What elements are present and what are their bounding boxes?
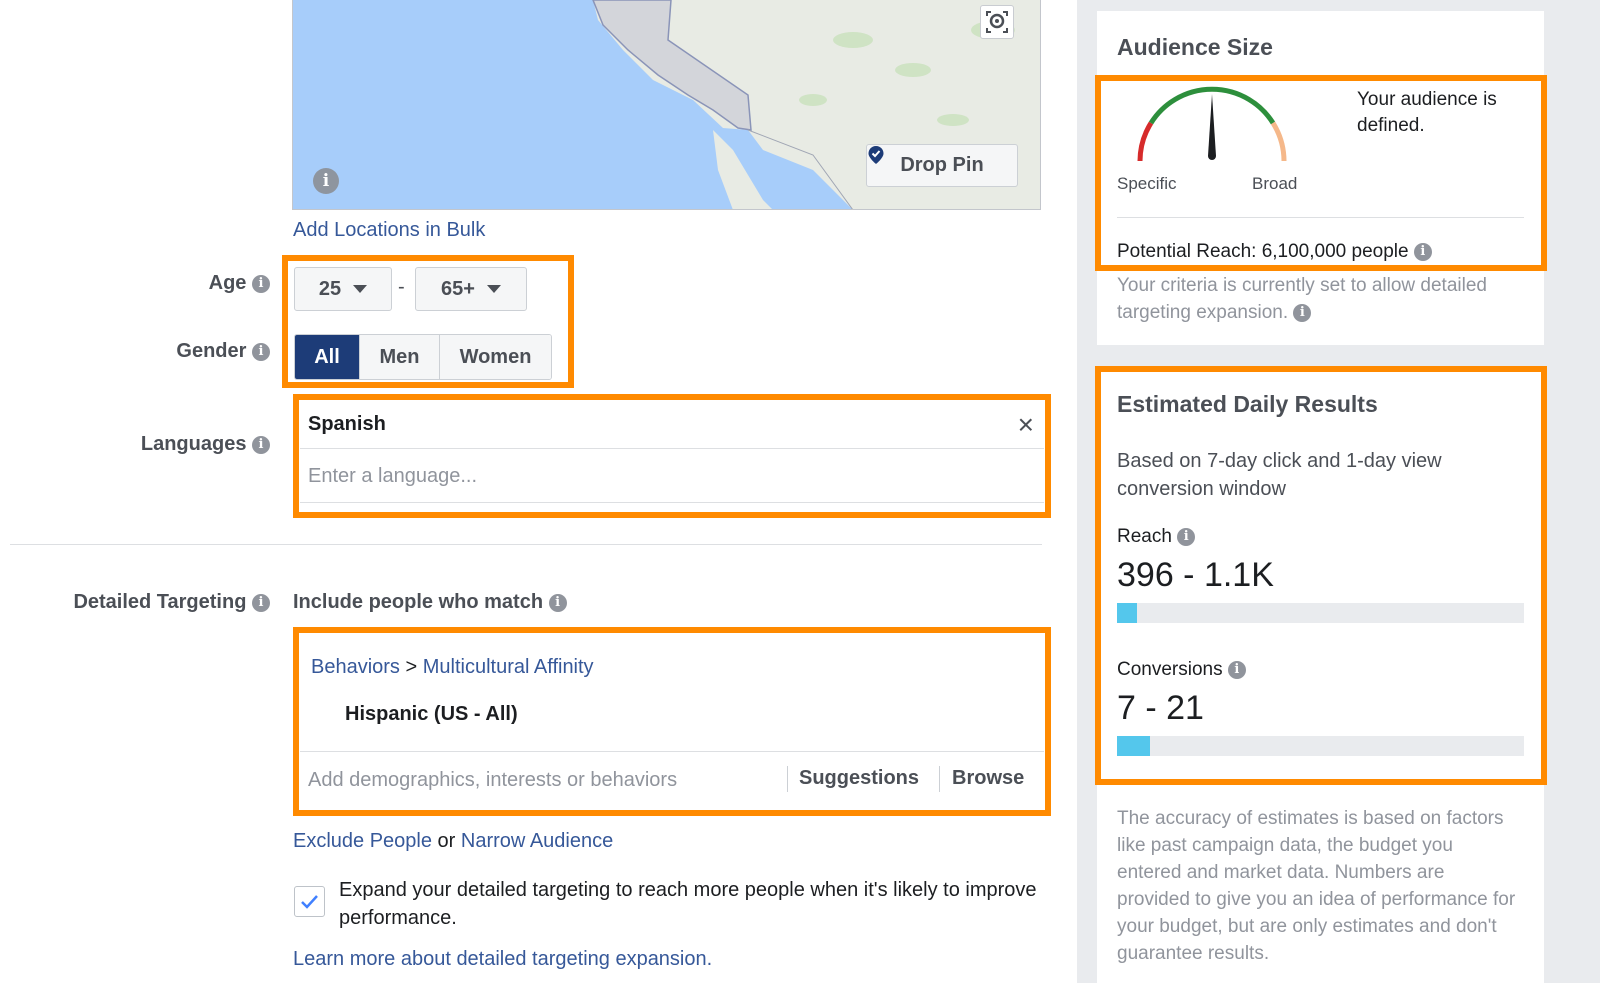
toolbar-divider (939, 766, 940, 792)
age-label: Age i (150, 272, 270, 295)
audience-size-title: Audience Size (1117, 34, 1273, 60)
age-info-icon[interactable]: i (252, 274, 270, 293)
gender-option-women[interactable]: Women (440, 335, 551, 379)
conversions-value: 7 - 21 (1117, 689, 1204, 727)
conversions-bar (1117, 736, 1524, 756)
locate-icon[interactable] (980, 5, 1014, 39)
section-divider (10, 544, 1042, 545)
audience-status-text: Your audience is defined. (1357, 89, 1497, 136)
breadcrumb-separator: > (405, 656, 418, 678)
conversions-info-icon[interactable]: i (1227, 660, 1246, 679)
audience-gauge (1137, 86, 1287, 162)
gender-option-all[interactable]: All (295, 335, 360, 379)
audience-divider (1117, 217, 1524, 218)
exclude-narrow-row: Exclude People or Narrow Audience (293, 830, 613, 853)
gauge-specific-label: Specific (1117, 174, 1177, 193)
gender-option-men[interactable]: Men (360, 335, 440, 379)
language-token-label: Spanish (308, 413, 386, 435)
reach-bar (1117, 603, 1524, 623)
potential-reach-info-icon[interactable]: i (1413, 242, 1432, 261)
potential-reach: Potential Reach: 6,100,000 people i (1117, 241, 1432, 263)
breadcrumb-behaviors[interactable]: Behaviors (311, 656, 400, 678)
detailed-targeting-label: Detailed Targeting i (30, 591, 270, 614)
conversions-bar-fill (1117, 736, 1150, 756)
languages-label: Languages i (100, 433, 270, 456)
checkmark-icon (301, 895, 318, 909)
drop-pin-label: Drop Pin (900, 154, 984, 176)
languages-info-icon[interactable]: i (252, 435, 270, 454)
gender-segmented-control: All Men Women (294, 334, 552, 380)
criteria-text: Your criteria is currently set to allow … (1117, 275, 1487, 323)
conversions-label: Conversions i (1117, 659, 1246, 681)
learn-more-link[interactable]: Learn more about detailed targeting expa… (293, 948, 712, 971)
gauge-broad-label: Broad (1252, 174, 1298, 193)
reach-info-icon[interactable]: i (1177, 527, 1196, 546)
expand-checkbox[interactable] (294, 886, 325, 917)
narrow-audience-link[interactable]: Narrow Audience (461, 830, 613, 852)
language-token: Spanish × (300, 401, 1044, 449)
targeting-breadcrumb: Behaviors > Multicultural Affinity (311, 656, 594, 679)
add-locations-bulk-link[interactable]: Add Locations in Bulk (293, 219, 485, 242)
close-icon[interactable]: × (1018, 410, 1034, 439)
suggestions-button[interactable]: Suggestions (799, 767, 919, 790)
chevron-down-icon (486, 285, 501, 293)
reach-bar-fill (1117, 603, 1138, 623)
include-info-icon[interactable]: i (548, 593, 567, 612)
location-map[interactable]: i Drop Pin (292, 0, 1041, 210)
breadcrumb-multicultural-affinity[interactable]: Multicultural Affinity (423, 656, 594, 678)
age-max-select[interactable]: 65+ (415, 267, 527, 311)
gender-label: Gender i (120, 340, 270, 363)
estimated-results-subtitle: Based on 7-day click and 1-day view conv… (1117, 450, 1442, 500)
targeting-input-divider (300, 751, 1044, 752)
expand-description: Expand your detailed targeting to reach … (339, 879, 1037, 929)
criteria-info-icon[interactable]: i (1293, 303, 1312, 322)
or-text: or (437, 830, 456, 852)
map-info-icon[interactable]: i (313, 168, 339, 194)
reach-value: 396 - 1.1K (1117, 556, 1274, 594)
browse-button[interactable]: Browse (952, 767, 1024, 790)
exclude-people-link[interactable]: Exclude People (293, 830, 432, 852)
reach-label: Reach i (1117, 526, 1196, 548)
include-people-label: Include people who match i (293, 591, 567, 614)
age-separator: - (398, 276, 405, 298)
estimates-disclaimer: The accuracy of estimates is based on fa… (1117, 808, 1516, 964)
toolbar-divider (787, 766, 788, 792)
targeting-input[interactable]: Add demographics, interests or behaviors (308, 769, 677, 792)
detailed-targeting-info-icon[interactable]: i (252, 593, 270, 612)
drop-pin-button[interactable]: Drop Pin (866, 144, 1018, 187)
chevron-down-icon (353, 285, 368, 293)
language-input[interactable]: Enter a language... (308, 465, 477, 488)
estimated-results-title: Estimated Daily Results (1117, 391, 1378, 417)
age-min-select[interactable]: 25 (294, 267, 392, 311)
gender-info-icon[interactable]: i (252, 342, 270, 361)
targeting-item-hispanic: Hispanic (US - All) (345, 703, 518, 725)
pin-icon (868, 146, 884, 164)
language-input-underline (300, 502, 1044, 503)
